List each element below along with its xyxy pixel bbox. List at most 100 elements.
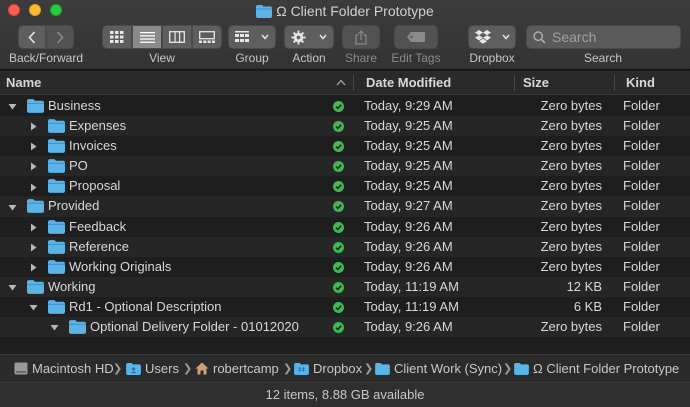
folder-icon [256,4,273,22]
table-row[interactable]: Business Today, 9:29 AM Zero bytes Folder [0,96,690,116]
group-button[interactable] [228,25,276,49]
table-row[interactable]: Working Today, 11:19 AM 12 KB Folder [0,276,690,297]
column-divider[interactable] [514,75,515,91]
back-button[interactable] [18,25,46,49]
group-control [228,25,276,49]
file-kind: Folder [623,218,660,234]
column-divider[interactable] [353,75,354,91]
table-row[interactable]: Working Originals Today, 9:26 AM Zero byte… [0,257,690,277]
forward-button[interactable] [46,25,74,49]
disclosure-triangle[interactable] [29,156,38,176]
folder-icon [48,300,65,317]
disclosure-triangle[interactable] [8,96,17,116]
date-modified: Today, 9:26 AM [364,319,453,335]
table-row[interactable]: PO Today, 9:25 AM Zero bytes Folder [0,156,690,177]
tag-icon [407,32,425,42]
edit-tags-button[interactable] [394,25,438,49]
sync-check-icon [333,241,344,253]
folder-icon [375,363,390,375]
disclosure-triangle[interactable] [29,136,38,156]
disclosure-triangle[interactable] [29,297,38,317]
file-kind: Folder [623,258,660,274]
table-row[interactable]: Reference Today, 9:26 AM Zero bytes Folder [0,236,690,257]
date-modified-column-header[interactable]: Date Modified [360,71,512,95]
table-row[interactable]: Invoices Today, 9:25 AM Zero bytes Folder [0,136,690,156]
folder-icon [48,239,65,257]
name-column-header[interactable]: Name [0,71,352,95]
file-size: Zero bytes [540,319,602,335]
file-size: 6 KB [573,298,602,314]
date-modified: Today, 9:27 AM [364,198,453,214]
file-size: Zero bytes [540,218,602,234]
disclosure-triangle[interactable] [29,176,38,196]
file-kind: Folder [623,278,660,294]
table-row[interactable]: Proposal Today, 9:25 AM Zero bytes Folder [0,176,690,196]
file-name: Business [48,98,101,113]
table-row[interactable]: Feedback Today, 9:26 AM Zero bytes Folder [0,217,690,237]
path-segment-dropbox[interactable]: Dropbox [294,355,362,383]
table-row[interactable]: Expenses Today, 9:25 AM Zero bytes Folder [0,116,690,137]
dropbox-button[interactable] [468,25,516,49]
disclosure-triangle[interactable] [50,317,59,337]
share-button[interactable] [342,25,380,49]
chevron-left-icon [28,30,36,44]
toolbar: Ω Client Folder Prototype Back/Forward V… [0,0,690,70]
file-kind: Folder [623,138,660,154]
file-size: Zero bytes [540,158,602,174]
gallery-view-button[interactable] [192,25,222,49]
view-control [102,25,222,49]
file-size: Zero bytes [540,178,602,194]
disclosure-triangle[interactable] [8,196,17,216]
chevron-right-icon: ❯ [503,363,513,375]
sort-ascending-icon [336,79,346,86]
disclosure-triangle[interactable] [29,217,38,237]
path-segment-client-folder-prototype[interactable]: Ω Client Folder Prototype [514,355,679,383]
icon-view-button[interactable] [102,25,132,49]
date-modified: Today, 9:25 AM [364,178,453,194]
dropbox-label: Dropbox [469,51,515,65]
file-size: Zero bytes [540,118,602,134]
column-view-button[interactable] [162,25,192,49]
search-input[interactable] [552,29,672,45]
home-icon [195,362,209,375]
disclosure-triangle[interactable] [29,237,38,257]
gallery-icon [199,31,215,43]
path-segment-users[interactable]: Users [126,355,179,383]
sync-check-icon [333,161,344,173]
back-forward-control [18,25,74,49]
date-modified: Today, 9:25 AM [364,138,453,154]
sync-check-icon [333,121,344,133]
path-segment-robertcamp[interactable]: robertcamp [195,355,279,383]
folder-icon [48,259,65,277]
path-segment-client-work-sync[interactable]: Client Work (Sync) [375,355,502,383]
column-divider[interactable] [614,75,615,91]
file-name: Rd1 - Optional Description [69,298,222,314]
list-icon [139,31,155,43]
disclosure-triangle[interactable] [8,277,17,297]
gear-icon [291,29,306,45]
file-kind: Folder [623,118,660,134]
list-view-button[interactable] [132,25,162,49]
disclosure-triangle[interactable] [29,116,38,136]
chevron-down-icon [319,34,327,40]
action-label: Action [292,51,326,65]
table-row[interactable]: Provided Today, 9:27 AM Zero bytes Folder [0,196,690,217]
date-modified: Today, 9:29 AM [364,98,453,113]
table-row[interactable]: Rd1 - Optional Description Today, 11:19 A… [0,297,690,317]
search-label: Search [583,51,623,65]
file-kind: Folder [623,319,660,335]
chevron-down-icon [261,34,269,40]
chevron-right-icon: ❯ [183,363,193,375]
share-icon [355,29,367,45]
kind-column-header[interactable]: Kind [620,71,690,95]
date-modified: Today, 9:25 AM [364,118,453,134]
disclosure-triangle[interactable] [29,257,38,277]
chevron-right-icon [56,30,64,44]
action-button[interactable] [284,25,334,49]
search-field[interactable] [526,25,681,49]
chevron-down-icon [501,34,510,40]
size-column-header[interactable]: Size [517,71,613,95]
path-bar: Macintosh HD ❯ Users ❯ robertcamp ❯ Drop… [0,354,690,382]
path-segment-macintosh-hd[interactable]: Macintosh HD [14,355,114,383]
table-row[interactable]: Optional Delivery Folder - 01012020 Today… [0,317,690,338]
